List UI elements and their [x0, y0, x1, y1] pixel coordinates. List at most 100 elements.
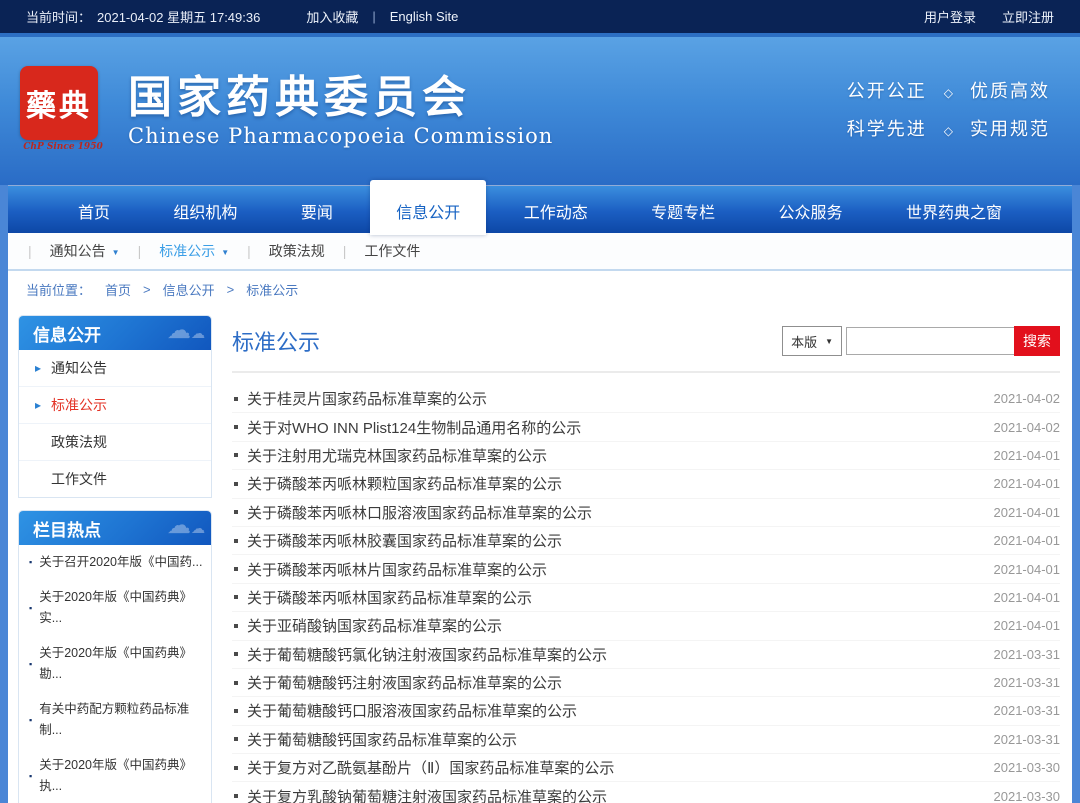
announcement-date: 2021-04-01 [994, 562, 1061, 577]
bullet-icon [234, 567, 238, 571]
search-scope-select[interactable]: 本版 ▼ [782, 326, 842, 356]
announcement-date: 2021-03-31 [994, 675, 1061, 690]
nav-item-5[interactable]: 专题专栏 [625, 186, 741, 235]
list-item-3: 关于磷酸苯丙哌林颗粒国家药品标准草案的公示 2021-04-01 [232, 470, 1060, 498]
register-link[interactable]: 立即注册 [1002, 7, 1054, 26]
list-item-13: 关于复方对乙酰氨基酚片（Ⅱ）国家药品标准草案的公示2021-03-30 [232, 754, 1060, 782]
subnav-item-0[interactable]: 通知公告▼ [50, 241, 120, 261]
list-item-14: 关于复方乳酸钠葡萄糖注射液国家药品标准草案的公示2021-03-30 [232, 782, 1060, 803]
subnav-item-2[interactable]: 政策法规 [269, 241, 325, 261]
hot-item-2[interactable]: ▪关于2020年版《中国药典》勘... [19, 636, 211, 692]
english-site-link[interactable]: English Site [390, 9, 459, 24]
bullet-icon [234, 397, 238, 401]
list-item-5: 关于磷酸苯丙哌林胶囊国家药品标准草案的公示 2021-04-01 [232, 527, 1060, 555]
page-title: 标准公示 [232, 325, 782, 357]
slogan-1b: 优质高效 [970, 81, 1050, 101]
announcement-link[interactable]: 关于注射用尤瑞克林国家药品标准草案的公示 [247, 445, 978, 466]
announcement-link[interactable]: 关于复方乳酸钠葡萄糖注射液国家药品标准草案的公示 [247, 786, 978, 803]
nav-item-4[interactable]: 工作动态 [498, 186, 614, 235]
announcement-link[interactable]: 关于对WHO INN Plist124生物制品通用名称的公示 [247, 417, 978, 438]
hot-item-3[interactable]: ▪有关中药配方颗粒药品标准制... [19, 692, 211, 748]
subnav-separator: | [138, 243, 142, 259]
sidebar-hot-items: ▪关于召开2020年版《中国药...▪关于2020年版《中国药典》实...▪关于… [19, 545, 211, 803]
bullet-icon [234, 737, 238, 741]
search-button[interactable]: 搜索 [1014, 326, 1060, 356]
list-item-2: 关于注射用尤瑞克林国家药品标准草案的公示2021-04-01 [232, 442, 1060, 470]
cloud-decoration-icon: ☁☁ [167, 511, 205, 540]
announcement-date: 2021-04-01 [994, 533, 1061, 548]
announcement-link[interactable]: 关于磷酸苯丙哌林片国家药品标准草案的公示 [247, 559, 978, 580]
subnav-separator: | [247, 243, 251, 259]
hot-item-4[interactable]: ▪关于2020年版《中国药典》执... [19, 748, 211, 803]
nav-item-1[interactable]: 组织机构 [147, 186, 263, 235]
list-item-10: 关于葡萄糖酸钙注射液国家药品标准草案的公示 2021-03-31 [232, 669, 1060, 697]
hot-item-label: 关于2020年版《中国药典》实... [39, 587, 205, 629]
announcement-date: 2021-03-31 [994, 647, 1061, 662]
announcement-link[interactable]: 关于葡萄糖酸钙注射液国家药品标准草案的公示 [247, 672, 978, 693]
list-item-12: 关于葡萄糖酸钙国家药品标准草案的公示2021-03-31 [232, 726, 1060, 754]
sidebar-item-0[interactable]: ▸通知公告 [19, 350, 211, 387]
hot-item-label: 有关中药配方颗粒药品标准制... [39, 699, 205, 741]
announcement-date: 2021-04-02 [994, 420, 1061, 435]
site-logo[interactable]: 藥典 ChP Since 1950 [20, 66, 106, 152]
breadcrumb-label: 当前位置： [26, 280, 91, 299]
add-favorite-link[interactable]: 加入收藏 [306, 7, 358, 26]
bullet-icon [234, 539, 238, 543]
bullet-icon: ▪ [29, 654, 32, 675]
diamond-icon: ◇ [944, 86, 953, 100]
main-column: 标准公示 本版 ▼ 搜索 关于桂灵片国家药品标准草案的公示 2021-04-02 关… [232, 315, 1060, 803]
breadcrumb-link-2[interactable]: 标准公示 [246, 280, 298, 299]
sidebar-hot-header: 栏目热点 ☁☁ [19, 511, 211, 545]
list-item-4: 关于磷酸苯丙哌林口服溶液国家药品标准草案的公示2021-04-01 [232, 499, 1060, 527]
sidebar-item-label: 工作文件 [51, 469, 107, 489]
announcement-link[interactable]: 关于桂灵片国家药品标准草案的公示 [247, 388, 978, 409]
nav-item-3[interactable]: 信息公开 [370, 180, 486, 235]
announcement-link[interactable]: 关于葡萄糖酸钙口服溶液国家药品标准草案的公示 [247, 700, 978, 721]
breadcrumb-link-1[interactable]: 信息公开 [163, 280, 215, 299]
page-frame: 首页组织机构要闻信息公开工作动态专题专栏公众服务世界药典之窗 |通知公告▼|标准… [0, 185, 1080, 803]
search-scope-value: 本版 [791, 332, 817, 351]
sidebar-item-3[interactable]: ▸工作文件 [19, 461, 211, 497]
subnav-item-1[interactable]: 标准公示▼ [159, 241, 229, 261]
announcement-link[interactable]: 关于复方对乙酰氨基酚片（Ⅱ）国家药品标准草案的公示 [247, 757, 978, 778]
subnav-item-3[interactable]: 工作文件 [364, 241, 420, 261]
bullet-icon: ▪ [29, 552, 32, 573]
breadcrumb: 当前位置： 首页>信息公开>标准公示 [8, 271, 1072, 307]
announcement-link[interactable]: 关于磷酸苯丙哌林国家药品标准草案的公示 [247, 587, 978, 608]
announcement-link[interactable]: 关于葡萄糖酸钙国家药品标准草案的公示 [247, 729, 978, 750]
nav-item-7[interactable]: 世界药典之窗 [880, 186, 1028, 235]
bullet-icon [234, 794, 238, 798]
seal-caption: ChP Since 1950 [20, 142, 106, 152]
announcement-link[interactable]: 关于磷酸苯丙哌林颗粒国家药品标准草案的公示 [247, 473, 978, 494]
nav-item-0[interactable]: 首页 [52, 186, 136, 235]
hot-item-1[interactable]: ▪关于2020年版《中国药典》实... [19, 580, 211, 636]
sidebar: 信息公开 ☁☁ ▸通知公告▸标准公示▸政策法规▸工作文件 栏目热点 ☁☁ ▪关于… [18, 315, 212, 803]
bullet-icon: ▪ [29, 766, 32, 787]
nav-item-6[interactable]: 公众服务 [753, 186, 869, 235]
announcement-link[interactable]: 关于亚硝酸钠国家药品标准草案的公示 [247, 615, 978, 636]
chevron-down-icon: ▼ [825, 337, 833, 346]
announcement-link[interactable]: 关于葡萄糖酸钙氯化钠注射液国家药品标准草案的公示 [247, 644, 978, 665]
announcement-link[interactable]: 关于磷酸苯丙哌林口服溶液国家药品标准草案的公示 [247, 502, 978, 523]
sidebar-menu-title: 信息公开 [33, 321, 101, 346]
list-item-11: 关于葡萄糖酸钙口服溶液国家药品标准草案的公示2021-03-31 [232, 697, 1060, 725]
breadcrumb-link-0[interactable]: 首页 [105, 280, 131, 299]
nav-item-2[interactable]: 要闻 [275, 186, 359, 235]
announcement-link[interactable]: 关于磷酸苯丙哌林胶囊国家药品标准草案的公示 [247, 530, 978, 551]
search-input[interactable] [846, 327, 1014, 355]
hot-item-0[interactable]: ▪关于召开2020年版《中国药... [19, 545, 211, 580]
pharmacopoeia-seal-icon: 藥典 [20, 66, 98, 140]
announcement-date: 2021-04-01 [994, 476, 1061, 491]
slogan-2a: 科学先进 [847, 119, 927, 139]
cloud-decoration-icon: ☁☁ [167, 316, 205, 345]
user-login-link[interactable]: 用户登录 [924, 7, 976, 26]
sidebar-menu-items: ▸通知公告▸标准公示▸政策法规▸工作文件 [19, 350, 211, 497]
sidebar-menu-box: 信息公开 ☁☁ ▸通知公告▸标准公示▸政策法规▸工作文件 [18, 315, 212, 498]
list-item-8: 关于亚硝酸钠国家药品标准草案的公示2021-04-01 [232, 612, 1060, 640]
list-item-9: 关于葡萄糖酸钙氯化钠注射液国家药品标准草案的公示 2021-03-31 [232, 641, 1060, 669]
bullet-icon [234, 425, 238, 429]
sidebar-item-2[interactable]: ▸政策法规 [19, 424, 211, 461]
sidebar-item-1[interactable]: ▸标准公示 [19, 387, 211, 424]
site-title-cn: 国家药典委员会 [128, 74, 553, 122]
bullet-icon [234, 766, 238, 770]
